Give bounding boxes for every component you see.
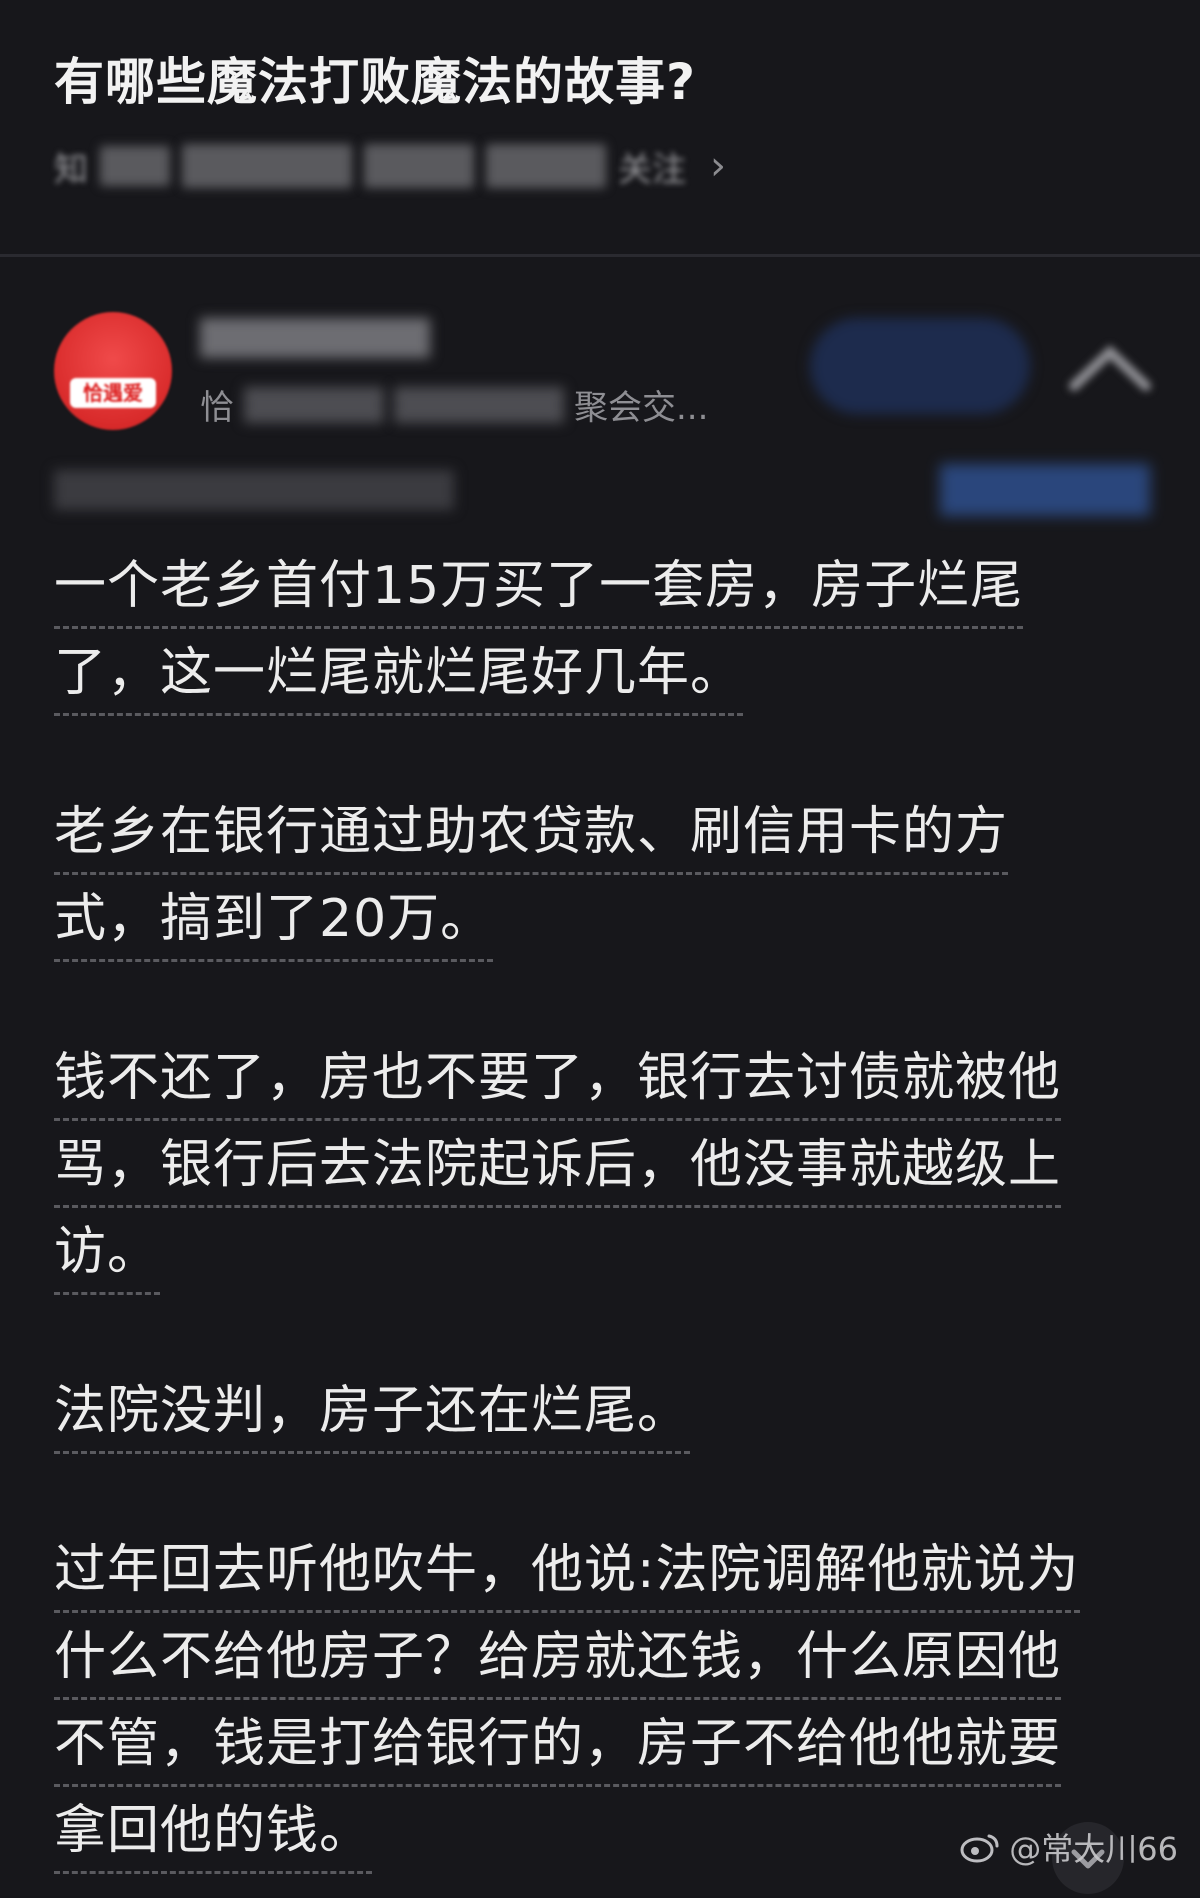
author-bio-prefix: 恰 xyxy=(200,388,234,428)
text-line: 式，搞到了20万。 xyxy=(54,889,494,962)
text-line: 法院没判，房子还在烂尾。 xyxy=(54,1381,691,1454)
text-line: 过年回去听他吹牛，他说:法院调解他就说为 xyxy=(54,1540,1080,1613)
answer-meta-link[interactable] xyxy=(940,464,1150,516)
blurred-meta-3 xyxy=(364,144,474,188)
answer-body: 一个老乡首付15万买了一套房，房子烂尾 了，这一烂尾就烂尾好几年。 老乡在银行通… xyxy=(54,556,1154,1888)
text-line: 访。 xyxy=(54,1222,161,1295)
text-line: 了，这一烂尾就烂尾好几年。 xyxy=(54,643,744,716)
question-meta-follow: 关注 xyxy=(618,149,686,190)
text-line: 一个老乡首付15万买了一套房，房子烂尾 xyxy=(54,556,1024,629)
weibo-icon xyxy=(960,1834,999,1863)
author-name[interactable] xyxy=(200,318,430,358)
text-line: 不管，钱是打给银行的，房子不给他他就要 xyxy=(54,1714,1062,1787)
text-line: 拿回他的钱。 xyxy=(54,1801,373,1874)
blurred-meta-2 xyxy=(182,144,352,188)
follow-button[interactable] xyxy=(810,318,1030,414)
answer-page: 有哪些魔法打败魔法的故事? 知 关注 › 恰遇爱 恰 聚会交... 一个老乡首付… xyxy=(0,0,1200,1896)
weibo-watermark: @常大川66 xyxy=(959,1824,1178,1870)
question-title[interactable]: 有哪些魔法打败魔法的故事? xyxy=(54,42,696,114)
blurred-meta-1 xyxy=(100,146,170,186)
author-bio: 恰 聚会交... xyxy=(200,380,708,429)
avatar[interactable]: 恰遇爱 xyxy=(54,312,172,430)
question-meta-row[interactable]: 知 关注 › xyxy=(54,140,726,192)
blurred-bio-2 xyxy=(394,386,564,423)
question-meta-prefix: 知 xyxy=(54,149,88,190)
author-bio-suffix: 聚会交... xyxy=(574,388,709,428)
text-line: 老乡在银行通过助农贷款、刷信用卡的方 xyxy=(54,802,1009,875)
paragraph: 钱不还了，房也不要了，银行去讨债就被他 骂，银行后去法院起诉后，他没事就越级上 … xyxy=(54,1048,1154,1309)
text-line: 骂，银行后去法院起诉后，他没事就越级上 xyxy=(54,1135,1062,1208)
text-line: 什么不给他房子？给房就还钱，什么原因他 xyxy=(54,1627,1062,1700)
chevron-right-icon: › xyxy=(710,143,726,189)
watermark-text: @常大川66 xyxy=(1009,1830,1178,1868)
answer-meta-line xyxy=(54,470,454,510)
avatar-label: 恰遇爱 xyxy=(70,378,156,408)
text-line: 钱不还了，房也不要了，银行去讨债就被他 xyxy=(54,1048,1062,1121)
paragraph: 一个老乡首付15万买了一套房，房子烂尾 了，这一烂尾就烂尾好几年。 xyxy=(54,556,1154,730)
blurred-meta-4 xyxy=(486,144,606,188)
paragraph: 法院没判，房子还在烂尾。 xyxy=(54,1381,1154,1468)
paragraph: 老乡在银行通过助农贷款、刷信用卡的方 式，搞到了20万。 xyxy=(54,802,1154,976)
blurred-bio-1 xyxy=(244,386,384,423)
header-divider xyxy=(0,254,1200,257)
collapse-icon[interactable] xyxy=(1068,342,1152,394)
